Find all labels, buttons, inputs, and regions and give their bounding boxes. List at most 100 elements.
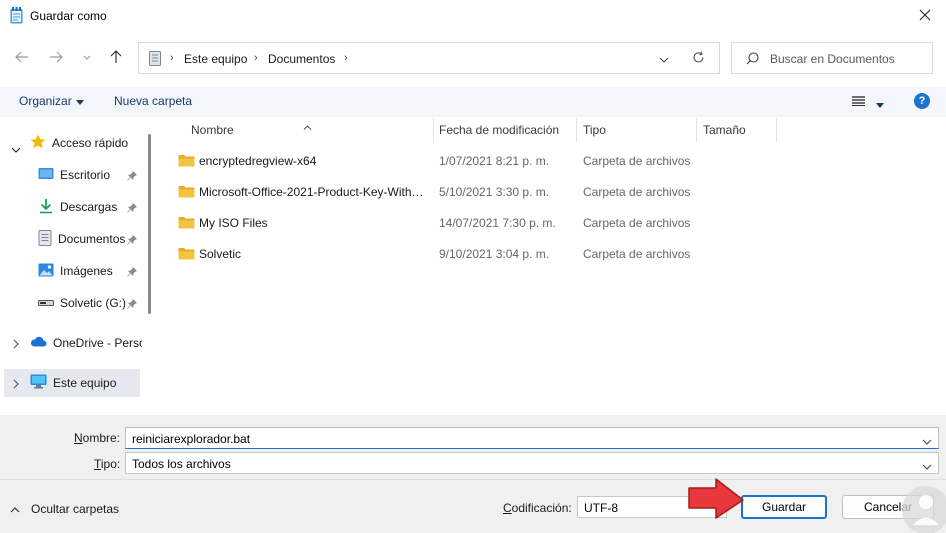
file-row[interactable]: My ISO Files 14/07/2021 7:30 p. m. Carpe…	[172, 209, 932, 237]
sidebar-item-solvetic-drive[interactable]: Solvetic (G:)	[38, 289, 126, 317]
file-date: 14/07/2021 7:30 p. m.	[439, 216, 556, 230]
sidebar-item-label: Descargas	[60, 200, 118, 214]
column-header-nombre[interactable]: Nombre	[185, 118, 434, 142]
window-title: Guardar como	[30, 9, 107, 23]
up-arrow-icon[interactable]	[105, 46, 127, 68]
access-key: T	[94, 457, 101, 471]
file-name: Microsoft-Office-2021-Product-Key-Withou…	[199, 185, 425, 199]
sidebar-item-este-equipo[interactable]: Este equipo	[4, 369, 140, 397]
recent-locations-chevron-icon[interactable]	[76, 46, 98, 68]
expand-chevron-right-icon[interactable]	[13, 338, 19, 352]
pin-icon	[127, 202, 138, 216]
chevron-down-icon[interactable]	[922, 459, 932, 473]
address-dropdown-chevron-icon[interactable]	[659, 52, 669, 66]
sidebar-item-acceso-rapido[interactable]: Acceso rápido	[30, 129, 146, 157]
file-name-value: reiniciarexplorador.bat	[132, 432, 251, 446]
sidebar-item-label: Acceso rápido	[52, 136, 129, 150]
sidebar-item-label: Este equipo	[53, 376, 117, 390]
breadcrumb-documentos[interactable]: Documentos	[268, 52, 335, 66]
help-icon[interactable]: ?	[914, 93, 930, 109]
forward-arrow-icon[interactable]	[45, 46, 67, 68]
expand-chevron-right-icon[interactable]	[13, 378, 19, 392]
file-name-label: Nombre:	[74, 431, 120, 445]
encoding-label: Codificación:	[503, 501, 572, 515]
refresh-icon[interactable]	[692, 51, 705, 67]
file-row[interactable]: Microsoft-Office-2021-Product-Key-Withou…	[172, 178, 932, 206]
sidebar-item-documentos[interactable]: Documentos	[38, 225, 126, 253]
sidebar-item-label: OneDrive - Personal	[53, 336, 142, 350]
title-bar: Guardar como	[0, 0, 946, 32]
access-key: C	[503, 501, 512, 515]
chevron-down-icon[interactable]	[922, 434, 932, 448]
pin-icon	[127, 170, 138, 184]
breadcrumb-separator: ›	[344, 52, 348, 64]
access-key: N	[74, 431, 83, 445]
file-type-value: Todos los archivos	[132, 457, 231, 471]
folder-icon	[178, 154, 195, 170]
search-icon	[746, 52, 759, 68]
column-header-tipo[interactable]: Tipo	[577, 118, 697, 142]
desktop-icon	[38, 167, 54, 184]
file-name: encryptedregview-x64	[199, 154, 317, 168]
hide-folders-toggle[interactable]: Ocultar carpetas	[10, 502, 119, 516]
search-input[interactable]	[770, 50, 928, 68]
breadcrumb-separator: ›	[170, 52, 174, 64]
file-type-select[interactable]: Todos los archivos	[125, 452, 939, 474]
new-folder-button[interactable]: Nueva carpeta	[114, 94, 192, 108]
expand-chevron-down-icon[interactable]	[11, 142, 21, 156]
folder-icon	[178, 216, 195, 232]
organize-label: Organizar	[19, 94, 72, 108]
notepad-icon	[10, 7, 23, 24]
cloud-icon	[30, 336, 47, 350]
label-text: ipo:	[100, 457, 121, 471]
panel-divider	[0, 479, 946, 480]
file-type: Carpeta de archivos	[583, 185, 691, 199]
pin-icon	[127, 234, 138, 248]
search-box[interactable]	[731, 42, 933, 74]
back-arrow-icon[interactable]	[11, 46, 33, 68]
view-options-button[interactable]	[852, 95, 884, 109]
file-row[interactable]: Solvetic 9/10/2021 3:04 p. m. Carpeta de…	[172, 240, 932, 268]
file-name: Solvetic	[199, 247, 242, 261]
file-type: Carpeta de archivos	[583, 216, 691, 230]
image-icon	[38, 263, 54, 280]
folder-icon	[178, 247, 195, 263]
solvetic-logo-icon	[898, 480, 946, 533]
save-button[interactable]: Guardar	[741, 495, 827, 519]
close-icon[interactable]	[910, 2, 940, 28]
column-header-tamano[interactable]: Tamaño	[697, 118, 777, 142]
list-view-icon	[852, 95, 865, 109]
sidebar-item-onedrive[interactable]: OneDrive - Personal	[30, 329, 142, 357]
pin-icon	[127, 298, 138, 312]
file-date: 5/10/2021 3:30 p. m.	[439, 185, 550, 199]
pointer-arrow-icon	[686, 476, 746, 523]
sidebar-item-label: Solvetic (G:)	[60, 296, 126, 310]
drive-icon	[38, 296, 54, 310]
column-header-fecha[interactable]: Fecha de modificación	[433, 118, 577, 142]
file-name-field[interactable]: reiniciarexplorador.bat	[125, 427, 939, 449]
sidebar-scrollbar[interactable]	[148, 134, 151, 314]
encoding-value: UTF-8	[584, 501, 618, 515]
address-bar[interactable]: › Este equipo › Documentos ›	[138, 42, 720, 74]
label-text: ombre:	[82, 431, 121, 445]
sidebar-item-label: Escritorio	[60, 168, 111, 182]
breadcrumb-este-equipo[interactable]: Este equipo	[184, 52, 247, 66]
breadcrumb-separator: ›	[254, 52, 258, 64]
navigation-pane: Acceso rápido Escritorio Descargas Docum…	[0, 118, 156, 415]
computer-icon	[30, 374, 47, 392]
file-row[interactable]: encryptedregview-x64 1/07/2021 8:21 p. m…	[172, 147, 932, 175]
organize-menu-button[interactable]: Organizar	[19, 94, 84, 108]
column-header-label: Nombre	[191, 123, 234, 137]
chevron-up-icon	[10, 502, 20, 516]
file-type: Carpeta de archivos	[583, 154, 691, 168]
file-type-label: Tipo:	[94, 457, 120, 471]
file-list-pane: Nombre Fecha de modificación Tipo Tamaño…	[160, 118, 946, 415]
command-bar: Organizar Nueva carpeta ?	[0, 87, 946, 117]
sidebar-item-label: Imágenes	[60, 264, 113, 278]
document-icon	[38, 229, 52, 249]
file-type: Carpeta de archivos	[583, 247, 691, 261]
sort-ascending-icon	[303, 115, 312, 139]
file-date: 1/07/2021 8:21 p. m.	[439, 154, 550, 168]
caret-down-icon	[876, 97, 884, 111]
file-name: My ISO Files	[199, 216, 268, 230]
